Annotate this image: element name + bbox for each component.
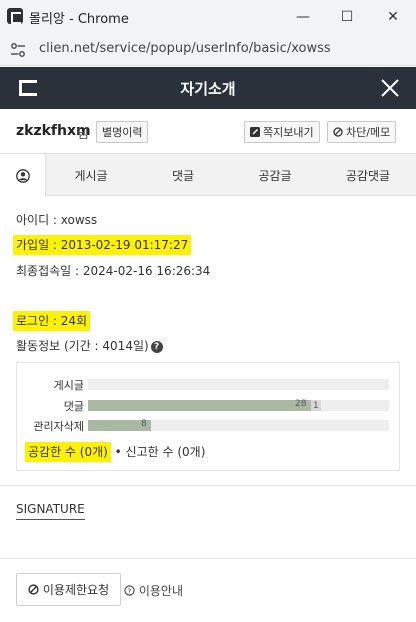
tab-liked-posts[interactable]: 공감글 <box>230 154 320 196</box>
stat-label-admin-deleted: 관리자삭제 <box>33 420 84 433</box>
stat-value-admin-deleted: 8 <box>141 419 147 429</box>
block-icon <box>333 127 343 137</box>
window-title: 몰리앙 - Chrome <box>29 12 129 27</box>
pencil-icon <box>250 127 260 137</box>
tab-posts[interactable]: 게시글 <box>46 154 136 196</box>
join-date: 가입일 : 2013-02-19 01:17:27 <box>13 235 192 255</box>
footer-divider <box>0 558 416 559</box>
close-icon[interactable] <box>380 78 400 98</box>
app-logo-icon <box>7 8 23 24</box>
block-memo-label: 차단/메모 <box>346 126 391 139</box>
stat-label-posts: 게시글 <box>53 379 84 392</box>
url-text[interactable]: clien.net/service/popup/userInfo/basic/x… <box>39 41 331 56</box>
minimize-button[interactable]: — <box>280 0 326 33</box>
activity-stats: 게시글 댓글 28 1 관리자삭제 8 공감한 수 (0개) • 신고한 수 (… <box>16 362 400 471</box>
join-date-text: 가입일 : 2013-02-19 01:17:27 <box>13 235 192 255</box>
usage-guide-link[interactable]: ? 이용안내 <box>124 582 183 599</box>
restrict-request-button[interactable]: 이용제한요청 <box>16 573 121 606</box>
usage-guide-label: 이용안내 <box>138 584 183 598</box>
signature-heading: SIGNATURE <box>16 502 85 516</box>
maximize-button[interactable]: ☐ <box>324 0 370 33</box>
section-divider <box>0 485 416 486</box>
activity-info: 활동정보 (기간 : 4014일)? <box>16 337 163 354</box>
tab-liked-comments[interactable]: 공감댓글 <box>320 154 416 196</box>
user-icon <box>15 168 30 183</box>
user-id: 아이디 : xowss <box>16 213 98 227</box>
help-circle-icon: ? <box>124 585 135 596</box>
block-icon <box>28 584 39 595</box>
report-count: 신고한 수 (0개) <box>125 445 206 459</box>
stat-bar-comments: 28 1 <box>88 399 389 411</box>
login-count-text: 로그인 : 24회 <box>13 311 91 331</box>
tab-bar: 게시글 댓글 공감글 공감댓글 <box>0 154 416 197</box>
site-settings-icon[interactable] <box>10 42 26 58</box>
login-count: 로그인 : 24회 <box>13 311 91 331</box>
send-message-button[interactable]: 쪽지보내기 <box>244 121 320 143</box>
last-access: 최종접속일 : 2024-02-16 16:26:34 <box>16 264 211 278</box>
block-memo-button[interactable]: 차단/메모 <box>327 121 397 143</box>
activity-info-text: 활동정보 (기간 : 4014일) <box>16 339 149 353</box>
send-message-label: 쪽지보내기 <box>263 126 314 139</box>
stat-bar-posts <box>88 379 389 390</box>
restrict-request-label: 이용제한요청 <box>42 583 110 597</box>
stat-fill-comments <box>88 400 311 411</box>
stat-extra-comments: 1 <box>311 400 321 411</box>
svg-text:?: ? <box>128 586 132 595</box>
nickname-suffix: 님 <box>77 127 89 142</box>
vote-summary: 공감한 수 (0개) • 신고한 수 (0개) <box>25 442 206 462</box>
window-close-button[interactable]: ✕ <box>370 0 416 33</box>
tab-profile[interactable] <box>0 154 46 197</box>
popup-header: 자기소개 <box>0 67 416 109</box>
vote-separator: • <box>114 445 122 459</box>
like-count: 공감한 수 (0개) <box>25 442 111 462</box>
user-bar: zkzkfhxm 님 별명이력 쪽지보내기 차단/메모 <box>0 110 416 154</box>
nick-history-button[interactable]: 별명이력 <box>96 121 149 143</box>
address-bar[interactable]: clien.net/service/popup/userInfo/basic/x… <box>0 33 416 66</box>
window-titlebar: 몰리앙 - Chrome — ☐ ✕ <box>0 0 416 33</box>
stat-value-comments: 28 <box>295 399 307 409</box>
stat-bar-admin-deleted: 8 <box>88 419 389 431</box>
signature-underline <box>16 519 85 520</box>
stat-label-comments: 댓글 <box>63 400 84 413</box>
help-icon[interactable]: ? <box>150 341 163 353</box>
tab-comments[interactable]: 댓글 <box>136 154 230 196</box>
header-title: 자기소개 <box>180 80 236 98</box>
